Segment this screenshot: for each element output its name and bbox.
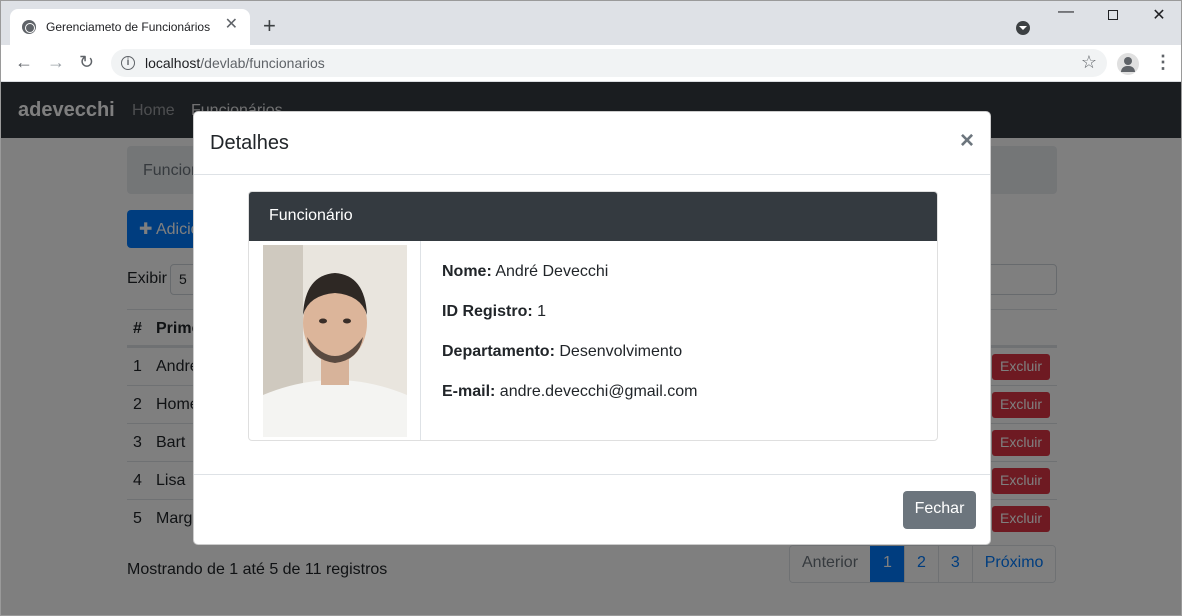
maximize-button[interactable]: [1090, 7, 1136, 23]
bookmark-star-icon[interactable]: ☆: [1081, 52, 1097, 73]
new-tab-button[interactable]: +: [263, 15, 276, 37]
detail-id: ID Registro: 1: [442, 303, 547, 320]
close-button[interactable]: Fechar: [903, 491, 976, 529]
minimize-button[interactable]: —: [1043, 3, 1089, 21]
info-icon[interactable]: i: [121, 56, 135, 70]
reload-button[interactable]: ↻: [79, 52, 94, 72]
globe-icon: [22, 20, 36, 34]
browser-window: Gerenciameto de Funcionários ✕ + — ✕ ← →…: [0, 0, 1182, 616]
close-window-button[interactable]: ✕: [1136, 5, 1181, 25]
card-header: Funcionário: [249, 192, 937, 241]
tab-search-icon[interactable]: [1016, 21, 1030, 35]
employee-details: Nome: André Devecchi ID Registro: 1 Depa…: [442, 263, 697, 423]
employee-photo: [263, 245, 407, 437]
tab-strip: Gerenciameto de Funcionários ✕ + — ✕: [1, 1, 1181, 45]
detail-name: Nome: André Devecchi: [442, 263, 609, 280]
address-bar[interactable]: i localhost/devlab/funcionarios ☆: [111, 49, 1107, 77]
browser-menu-icon[interactable]: ⋮: [1154, 52, 1172, 72]
browser-tab[interactable]: Gerenciameto de Funcionários ✕: [10, 9, 250, 45]
detail-department: Departamento: Desenvolvimento: [442, 343, 683, 360]
modal-header: Detalhes ×: [194, 112, 990, 175]
back-button[interactable]: ←: [15, 52, 33, 72]
detail-email: E-mail: andre.devecchi@gmail.com: [442, 383, 698, 400]
modal-title: Detalhes: [210, 132, 289, 154]
url-text[interactable]: localhost/devlab/funcionarios: [145, 55, 325, 71]
account-icon[interactable]: [1117, 53, 1139, 75]
employee-card: Funcionário Nome: André Devecchi ID Regi…: [248, 191, 938, 441]
details-modal: Detalhes × Funcionário Nome: André Devec…: [193, 111, 991, 545]
close-tab-icon[interactable]: ✕: [225, 17, 238, 33]
tab-title: Gerenciameto de Funcionários: [46, 20, 211, 34]
forward-button[interactable]: →: [47, 52, 65, 72]
close-icon[interactable]: ×: [960, 129, 974, 153]
browser-toolbar: ← → ↻ i localhost/devlab/funcionarios ☆ …: [1, 45, 1181, 82]
photo-cell: [249, 241, 421, 440]
page-content: adevecchi Home Funcionários Funcionários…: [1, 82, 1181, 615]
modal-footer: Fechar: [194, 474, 990, 545]
